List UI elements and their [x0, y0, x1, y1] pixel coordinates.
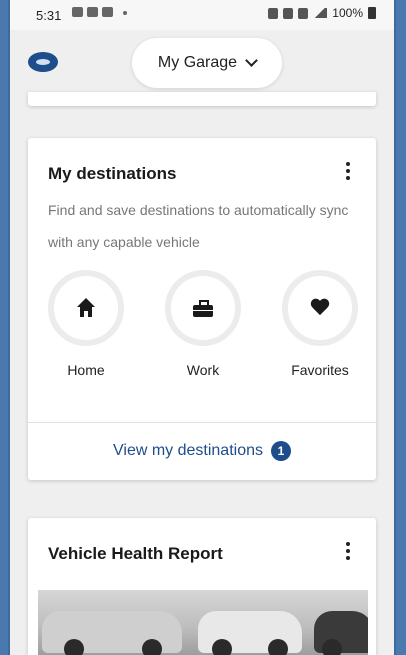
- chevron-down-icon: [245, 54, 258, 67]
- vibrate-icon: [268, 7, 279, 19]
- wifi-icon: [298, 7, 309, 19]
- app-notification-icon: [87, 7, 98, 17]
- favorites-circle: [282, 270, 358, 346]
- vehicle-health-card: Vehicle Health Report: [28, 518, 376, 655]
- callout-badge: 1: [271, 441, 291, 461]
- subaru-logo-icon[interactable]: [28, 52, 58, 72]
- my-garage-dropdown[interactable]: My Garage: [132, 38, 282, 88]
- battery-icon: [368, 7, 376, 19]
- destination-label: Favorites: [291, 362, 349, 378]
- notification-icons: [72, 7, 127, 17]
- work-circle: [165, 270, 241, 346]
- image-icon: [102, 7, 113, 17]
- more-options-icon[interactable]: [346, 542, 350, 560]
- view-destinations-label: View my destinations: [113, 442, 263, 459]
- destination-label: Work: [186, 362, 220, 378]
- home-icon: [76, 298, 96, 318]
- vehicle-image: [314, 611, 368, 655]
- vehicle-image: [198, 611, 302, 655]
- location-icon: [283, 7, 294, 19]
- system-status-icons: 100%: [268, 6, 376, 20]
- more-options-icon[interactable]: [346, 162, 350, 180]
- message-icon: [72, 7, 83, 17]
- vehicle-health-title: Vehicle Health Report: [48, 544, 223, 563]
- vehicle-image: [42, 611, 182, 655]
- more-notifications-icon: [123, 11, 127, 15]
- destinations-description: Find and save destinations to automatica…: [48, 202, 349, 250]
- home-circle: [48, 270, 124, 346]
- destination-favorites[interactable]: Favorites: [272, 270, 368, 378]
- heart-icon: [310, 299, 330, 317]
- view-destinations-link[interactable]: View my destinations 1: [28, 422, 376, 480]
- destination-label: Home: [67, 362, 105, 378]
- phone-screen: 5:31 100% My Garage My destinations Find…: [8, 0, 396, 655]
- destinations-card: My destinations Find and save destinatio…: [28, 138, 376, 480]
- briefcase-icon: [193, 299, 213, 317]
- status-time: 5:31: [36, 8, 62, 23]
- vehicles-photo: [38, 590, 368, 655]
- garage-label: My Garage: [157, 54, 238, 71]
- signal-icon: [313, 8, 328, 18]
- destinations-title: My destinations: [48, 164, 177, 183]
- previous-card-edge: [28, 92, 376, 106]
- destination-home[interactable]: Home: [38, 270, 134, 378]
- battery-percent: 100%: [332, 6, 363, 20]
- destination-work[interactable]: Work: [155, 270, 251, 378]
- destination-shortcuts: Home Work Favorites: [38, 270, 368, 400]
- status-bar: 5:31 100%: [10, 0, 394, 30]
